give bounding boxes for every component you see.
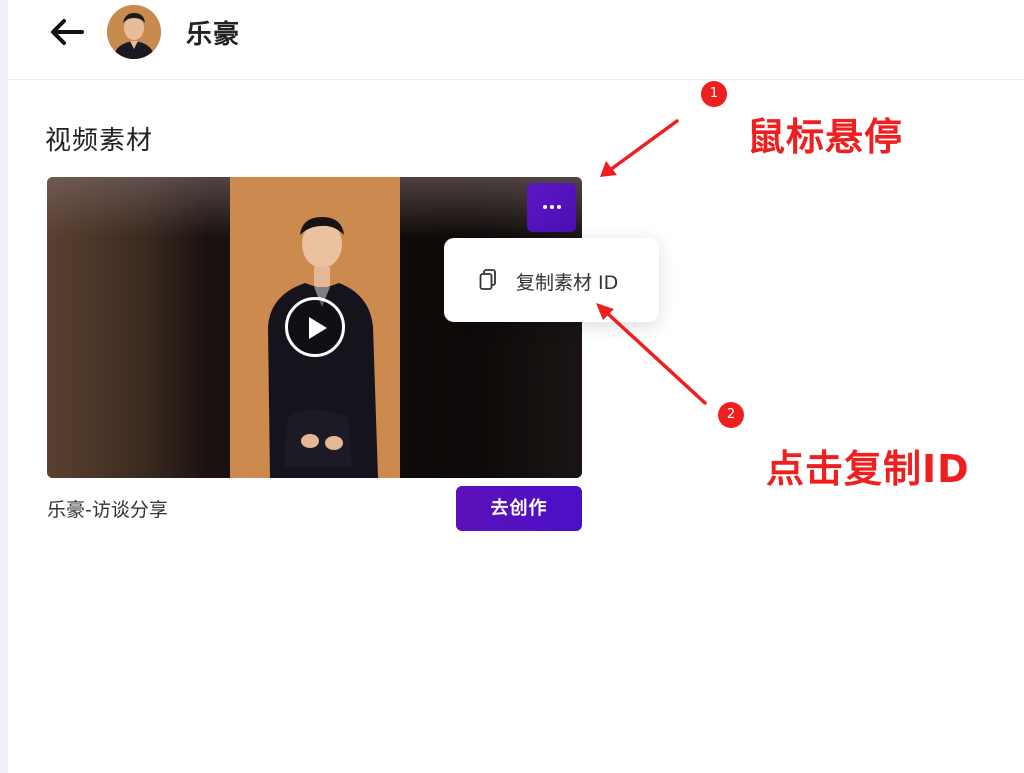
arrowhead-1 [600, 161, 617, 177]
video-thumbnail[interactable] [47, 177, 582, 478]
video-name: 乐豪-访谈分享 [47, 499, 168, 521]
create-button[interactable]: 去创作 [456, 486, 582, 531]
avatar [107, 5, 161, 59]
copy-material-id-menu-item[interactable]: 复制素材 ID [444, 238, 659, 322]
more-dot [550, 205, 554, 209]
step-badge-2: 2 [718, 402, 744, 428]
section-title: 视频素材 [45, 126, 154, 156]
annotation-click-copy: 点击复制ID [766, 447, 970, 491]
arrow-left-icon[interactable] [48, 16, 84, 48]
play-icon[interactable] [285, 297, 345, 357]
left-rail [0, 0, 8, 773]
header: 乐豪 [8, 0, 1024, 80]
dropdown-menu: 复制素材 ID [444, 238, 659, 322]
more-dot [557, 205, 561, 209]
arrow-to-more-button [608, 119, 679, 172]
step-badge-1: 1 [701, 81, 727, 107]
arrow-to-copy-item [604, 310, 707, 405]
copy-material-id-label: 复制素材 ID [516, 272, 619, 294]
page-title: 乐豪 [186, 20, 241, 50]
more-horizontal-icon[interactable] [527, 183, 576, 232]
more-dot [543, 205, 547, 209]
annotation-hover: 鼠标悬停 [747, 115, 904, 159]
copy-icon [479, 269, 497, 295]
